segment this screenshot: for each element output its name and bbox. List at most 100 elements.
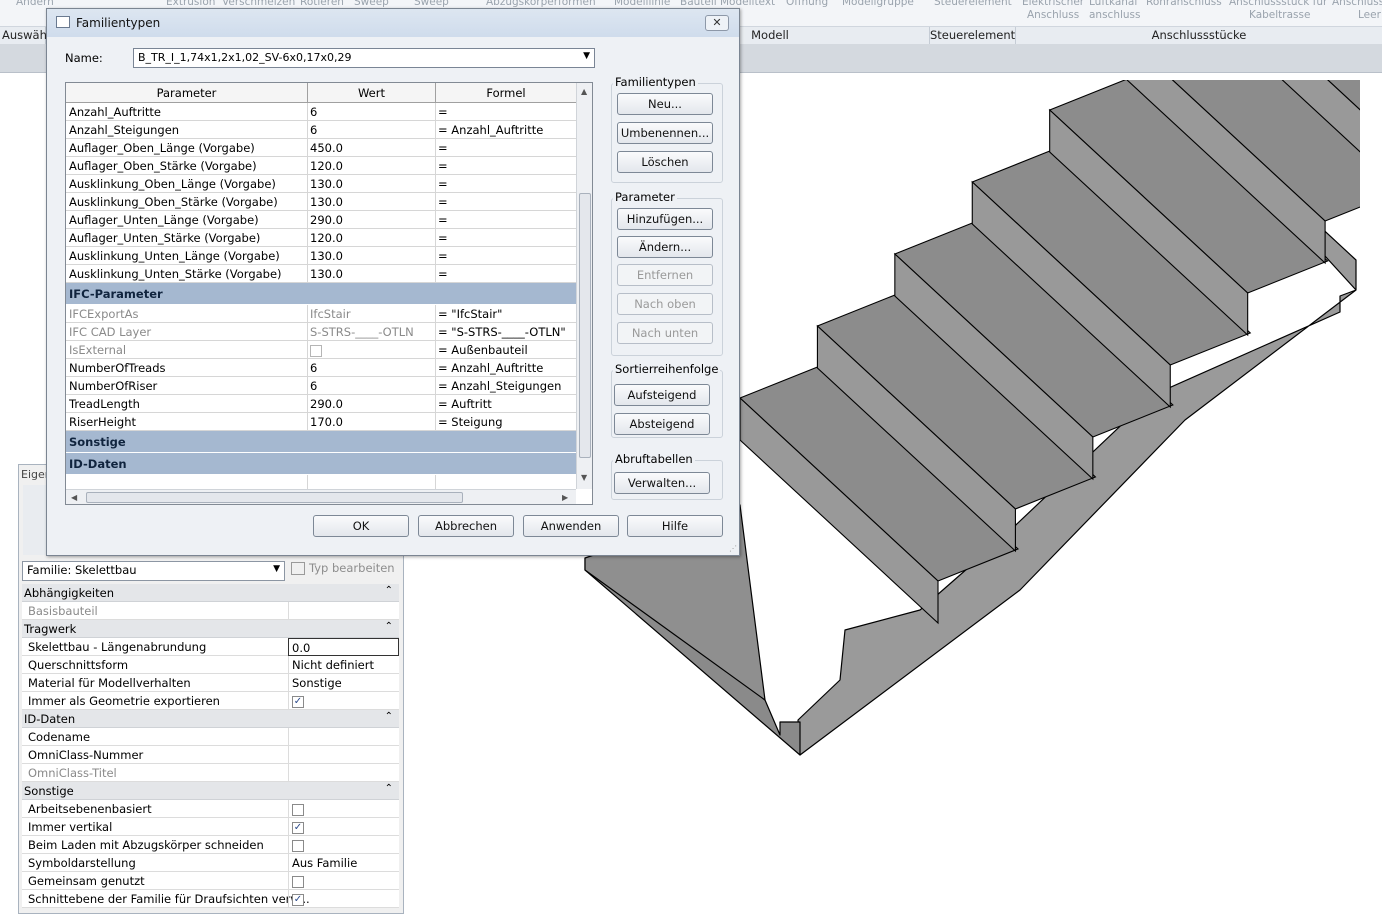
vertical-scroll-thumb[interactable] <box>579 193 591 458</box>
move-down-button[interactable]: Nach unten <box>617 322 713 344</box>
parameter-row[interactable]: Anzahl_Steigungen 6 = Anzahl_Auftritte <box>66 121 576 139</box>
property-value[interactable] <box>288 728 399 746</box>
property-row[interactable]: Codename <box>22 728 399 746</box>
property-value[interactable] <box>288 836 399 854</box>
ok-button[interactable]: OK <box>313 515 409 537</box>
column-header-wert[interactable]: Wert <box>308 86 435 100</box>
parameter-value[interactable]: 130.0 <box>310 195 434 209</box>
parameter-value[interactable]: 290.0 <box>310 213 434 227</box>
add-parameter-button[interactable]: Hinzufügen... <box>617 208 713 230</box>
parameter-value[interactable]: 120.0 <box>310 159 434 173</box>
collapse-icon[interactable]: ⌃ <box>385 711 393 722</box>
ribbon-group-auswaehlen[interactable]: Auswähle <box>0 27 57 45</box>
parameter-value[interactable]: S-STRS-____-OTLN <box>310 325 434 339</box>
property-row[interactable]: Material für Modellverhalten Sonstige <box>22 674 399 692</box>
parameter-row[interactable]: Auflager_Unten_Länge (Vorgabe) 290.0 = <box>66 211 576 229</box>
remove-parameter-button[interactable]: Entfernen <box>617 264 713 286</box>
parameter-row[interactable]: Ausklinkung_Oben_Länge (Vorgabe) 130.0 = <box>66 175 576 193</box>
property-group-header[interactable]: ID-Daten ⌃ <box>22 710 399 728</box>
ribbon-tool-modellgruppe[interactable]: Modellgruppe <box>842 0 914 9</box>
parameter-row[interactable]: IsExternal = Außenbauteil <box>66 341 576 359</box>
parameter-formula[interactable]: = <box>438 105 576 119</box>
parameter-formula[interactable]: = <box>438 213 576 227</box>
collapse-icon[interactable]: ⌃ <box>385 585 393 596</box>
checkbox-icon[interactable] <box>292 875 304 888</box>
parameter-formula[interactable]: = Außenbauteil <box>438 343 576 357</box>
parameter-row[interactable]: RiserHeight 170.0 = Steigung <box>66 413 576 431</box>
horizontal-scrollbar[interactable]: ◀ ▶ <box>66 489 576 504</box>
property-row[interactable]: Immer vertikal ✓ <box>22 818 399 836</box>
parameter-row[interactable]: Auflager_Oben_Stärke (Vorgabe) 120.0 = <box>66 157 576 175</box>
property-value[interactable] <box>288 602 399 620</box>
ribbon-tool-kabeltrasse[interactable]: Anschlussstück für <box>1229 0 1327 9</box>
property-row[interactable]: Basisbauteil <box>22 602 399 620</box>
parameter-row[interactable]: IFCExportAs IfcStair = "IfcStair" <box>66 305 576 323</box>
parameter-row[interactable]: NumberOfRiser 6 = Anzahl_Steigungen <box>66 377 576 395</box>
property-value[interactable]: ✓ <box>288 818 399 836</box>
parameter-formula[interactable]: = Auftritt <box>438 397 576 411</box>
family-type-selector[interactable]: Familie: Skelettbau ▼ <box>22 561 285 581</box>
checkbox-icon[interactable] <box>292 803 304 816</box>
parameter-row[interactable]: Auflager_Unten_Stärke (Vorgabe) 120.0 = <box>66 229 576 247</box>
property-value[interactable]: Sonstige <box>288 674 399 692</box>
property-row[interactable]: Immer als Geometrie exportieren ✓ <box>22 692 399 710</box>
type-name-dropdown[interactable]: B_TR_I_1,74x1,2x1,02_SV-6x0,17x0,29 ▼ <box>133 48 595 68</box>
property-group-header[interactable]: Sonstige ⌃ <box>22 782 399 800</box>
property-value[interactable] <box>288 746 399 764</box>
column-header-formel[interactable]: Formel <box>436 86 576 100</box>
checkbox-icon[interactable]: ✓ <box>292 695 304 708</box>
checkbox-icon[interactable] <box>310 344 322 357</box>
section-sonstige[interactable]: Sonstige <box>66 431 576 453</box>
property-row[interactable]: OmniClass-Nummer <box>22 746 399 764</box>
property-value[interactable]: Nicht definiert <box>288 656 399 674</box>
property-value[interactable] <box>288 800 399 818</box>
property-row[interactable]: OmniClass-Titel <box>22 764 399 782</box>
horizontal-scroll-thumb[interactable] <box>86 492 463 503</box>
parameter-formula[interactable]: = <box>438 177 576 191</box>
column-header-parameter[interactable]: Parameter <box>66 86 307 100</box>
parameter-value[interactable]: 290.0 <box>310 397 434 411</box>
section-ifc-parameter[interactable]: IFC-Parameter <box>66 283 576 305</box>
property-row[interactable]: Gemeinsam genutzt <box>22 872 399 890</box>
property-value[interactable]: Aus Familie <box>288 854 399 872</box>
parameter-formula[interactable]: = Steigung <box>438 415 576 429</box>
property-value[interactable]: ✓ <box>288 692 399 710</box>
cancel-button[interactable]: Abbrechen <box>418 515 514 537</box>
parameter-value[interactable]: 130.0 <box>310 249 434 263</box>
parameter-formula[interactable]: = Anzahl_Steigungen <box>438 379 576 393</box>
property-value[interactable]: ✓ <box>288 890 399 908</box>
parameter-formula[interactable]: = "S-STRS-____-OTLN" <box>438 325 576 339</box>
parameter-row[interactable]: IFC CAD Layer S-STRS-____-OTLN = "S-STRS-_… <box>66 323 576 341</box>
move-up-button[interactable]: Nach oben <box>617 293 713 315</box>
collapse-icon[interactable]: ⌃ <box>385 621 393 632</box>
close-button[interactable]: ✕ <box>705 15 729 31</box>
parameter-value[interactable]: 6 <box>310 105 434 119</box>
property-row[interactable]: Skelettbau - Längenabrundung 0.0 <box>22 638 399 656</box>
parameter-value[interactable]: 130.0 <box>310 267 434 281</box>
checkbox-icon[interactable] <box>292 839 304 852</box>
parameter-value[interactable]: 120.0 <box>310 231 434 245</box>
parameter-row[interactable]: Ausklinkung_Unten_Länge (Vorgabe) 130.0 = <box>66 247 576 265</box>
dialog-titlebar[interactable]: Familientypen ✕ <box>47 9 739 37</box>
parameter-formula[interactable]: = Anzahl_Auftritte <box>438 361 576 375</box>
parameter-formula[interactable]: = "IfcStair" <box>438 307 576 321</box>
parameter-value[interactable]: 170.0 <box>310 415 434 429</box>
parameter-row[interactable]: TreadLength 290.0 = Auftritt <box>66 395 576 413</box>
vertical-scrollbar[interactable]: ▲ ▼ <box>576 83 592 489</box>
property-value-input[interactable]: 0.0 <box>288 638 399 656</box>
scroll-right-icon[interactable]: ▶ <box>562 493 568 502</box>
sort-descending-button[interactable]: Absteigend <box>614 413 710 435</box>
parameter-value[interactable]: 130.0 <box>310 177 434 191</box>
rename-type-button[interactable]: Umbenennen... <box>617 122 713 144</box>
ribbon-tool-luftkanal[interactable]: Luftkanal <box>1089 0 1137 9</box>
property-group-header[interactable]: Tragwerk ⌃ <box>22 620 399 638</box>
collapse-icon[interactable]: ⌃ <box>385 783 393 794</box>
ribbon-tool-anschluss[interactable]: Anschluss <box>1332 0 1382 9</box>
section-id-daten[interactable]: ID-Daten <box>66 453 576 475</box>
property-row[interactable]: Beim Laden mit Abzugskörper schneiden <box>22 836 399 854</box>
parameter-value[interactable]: 450.0 <box>310 141 434 155</box>
checkbox-icon[interactable]: ✓ <box>292 821 304 834</box>
ribbon-group-anschluss[interactable]: Anschlussstücke <box>1016 27 1382 45</box>
parameter-row[interactable]: Anzahl_Auftritte 6 = <box>66 103 576 121</box>
new-type-button[interactable]: Neu... <box>617 93 713 115</box>
